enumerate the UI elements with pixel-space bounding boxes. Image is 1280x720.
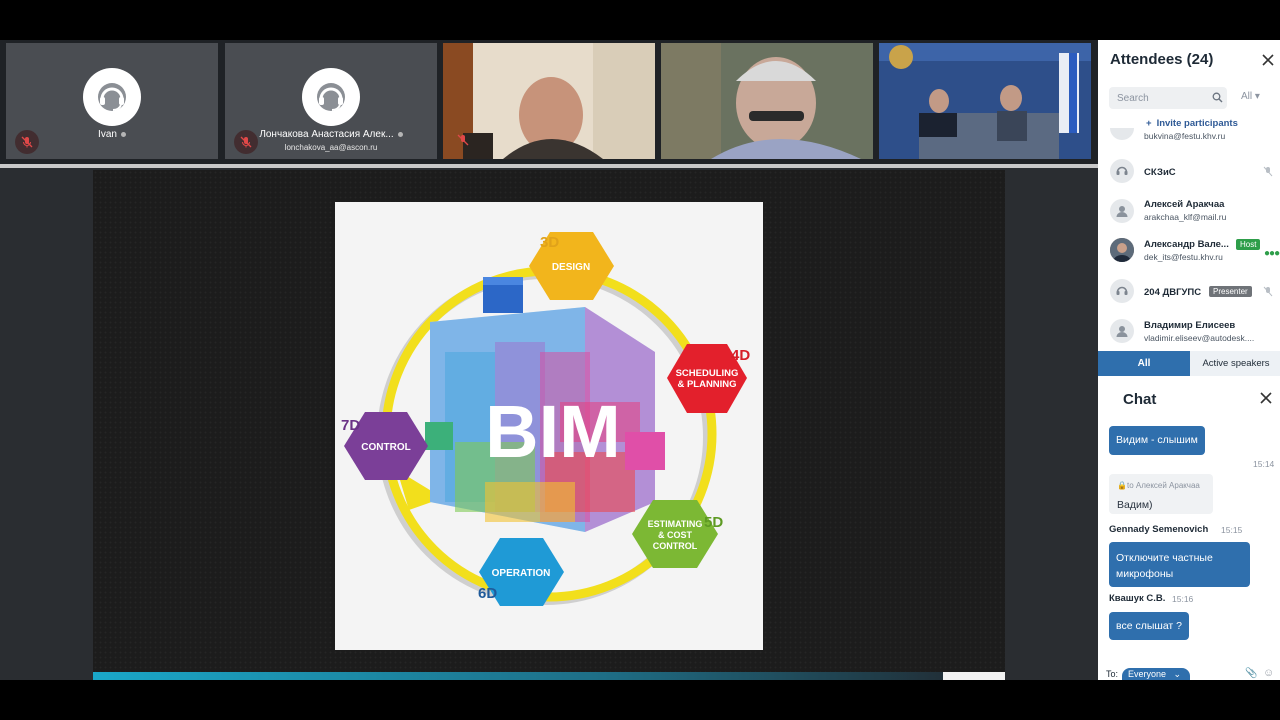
bim-diagram: BIM DESIGN 3D SCHEDULING & PLANNING 4D E… [341, 232, 750, 606]
tab-all[interactable]: All [1098, 351, 1190, 376]
shared-content-stage: BIM DESIGN 3D SCHEDULING & PLANNING 4D E… [93, 170, 1005, 680]
chat-recipient-row: To: Everyone ⌄ 📎 ☺ [1098, 665, 1280, 680]
svg-text:ESTIMATING: ESTIMATING [648, 519, 703, 529]
mic-muted-icon [451, 128, 475, 152]
hex-estimating: ESTIMATING & COST CONTROL 5D [632, 500, 723, 568]
svg-text:CONTROL: CONTROL [361, 442, 410, 453]
lock-icon: 🔒 [1117, 481, 1127, 490]
video-tile-lonchakova[interactable]: Лончакова Анастасия Алек... lonchakova_a… [225, 43, 437, 159]
svg-text:CONTROL: CONTROL [653, 541, 698, 551]
svg-text:SCHEDULING: SCHEDULING [676, 368, 739, 379]
user-icon [1110, 319, 1134, 343]
video-tile-camera-1[interactable] [443, 43, 655, 159]
svg-text:7D: 7D [341, 417, 360, 434]
strip-divider [0, 164, 1098, 168]
host-badge: Host [1236, 239, 1261, 250]
bim-slide: BIM DESIGN 3D SCHEDULING & PLANNING 4D E… [335, 202, 763, 650]
meeting-area: Ivan Лончакова Анастасия Алек... lonchak… [0, 40, 1098, 680]
svg-text:DESIGN: DESIGN [552, 262, 590, 273]
progress-bar-end [943, 672, 1005, 680]
video-tile-ivan[interactable]: Ivan [6, 43, 218, 159]
side-panel: Attendees (24) All ▾ +Invite participant… [1098, 40, 1280, 680]
chat-message-bubble: Видим - слышим [1109, 426, 1205, 455]
private-recipient: to Алексей Аракчаа [1126, 481, 1200, 490]
headset-icon [1110, 279, 1134, 303]
video-strip: Ivan Лончакова Анастасия Алек... lonchak… [0, 40, 1098, 164]
status-dot [397, 131, 403, 137]
attendee-row[interactable]: 204 ДВГУПС Presenter [1098, 274, 1280, 314]
recipient-select[interactable]: Everyone ⌄ [1122, 668, 1190, 680]
private-message-text: Вадим) [1117, 499, 1153, 511]
video-tile-camera-2[interactable] [661, 43, 873, 159]
webinar-window: Ivan Лончакова Анастасия Алек... lonchak… [0, 0, 1280, 720]
camera-feed-image [879, 43, 1091, 159]
hex-design: DESIGN 3D [529, 232, 614, 300]
chevron-down-icon: ⌄ [1173, 669, 1182, 679]
bottom-letterbox [0, 680, 1280, 720]
chat-message-bubble: все слышат ? [1109, 612, 1189, 640]
to-label: To: [1106, 669, 1119, 679]
attendee-row[interactable]: Владимир Елисеев vladimir.eliseev@autode… [1098, 314, 1280, 354]
attendees-title: Attendees (24) [1110, 51, 1214, 68]
message-time: 15:16 [1172, 594, 1194, 604]
attendee-filter-dropdown[interactable]: All ▾ [1241, 91, 1260, 102]
svg-text:5D: 5D [704, 514, 723, 531]
chat-title: Chat [1123, 391, 1157, 408]
hex-control: CONTROL 7D [341, 412, 428, 480]
emoji-icon[interactable]: ☺ [1263, 667, 1274, 679]
close-attendees-icon[interactable] [1261, 53, 1275, 67]
mic-muted-icon [1263, 166, 1273, 177]
attendee-avatar-icon [1110, 128, 1134, 140]
video-tile-camera-3[interactable] [879, 43, 1091, 159]
headset-avatar-icon [83, 68, 141, 126]
headset-icon [1110, 159, 1134, 183]
message-time: 15:15 [1221, 525, 1243, 535]
svg-text:3D: 3D [540, 234, 559, 251]
tile-name: Лончакова Анастасия Алек... [259, 129, 394, 140]
attendee-row[interactable]: Алексей Аракчаа arakchaa_klf@mail.ru [1098, 194, 1280, 234]
tab-active-speakers[interactable]: Active speakers [1190, 351, 1280, 376]
user-icon [1110, 199, 1134, 223]
svg-text:4D: 4D [731, 347, 750, 364]
svg-text:6D: 6D [478, 585, 497, 602]
private-message-bubble: 🔒to Алексей Аракчаа Вадим) [1109, 474, 1213, 514]
attach-icon[interactable]: 📎 [1245, 668, 1257, 679]
attendee-tabs: All Active speakers [1098, 351, 1280, 376]
message-author: Квашук С.В. [1109, 593, 1166, 604]
camera-feed-image [661, 43, 873, 159]
message-author: Gennady Semenovich [1109, 524, 1209, 535]
attendee-row[interactable]: bukvina@festu.khv.ru [1098, 128, 1280, 142]
search-icon[interactable] [1212, 92, 1223, 103]
attendee-row[interactable]: Александр Вале... Host dek_its@festu.khv… [1098, 234, 1280, 274]
chevron-down-icon: ▾ [1254, 91, 1260, 102]
chat-message-bubble: Отключите частные микрофоны [1109, 542, 1250, 587]
svg-text:& PLANNING: & PLANNING [677, 379, 736, 390]
speaking-indicator-icon: ●●● [1264, 248, 1280, 259]
presenter-badge: Presenter [1209, 286, 1252, 297]
tile-name: Ivan [98, 129, 117, 140]
hex-scheduling: SCHEDULING & PLANNING 4D [667, 344, 750, 413]
tile-email: lonchakova_aa@ascon.ru [284, 143, 378, 152]
mic-muted-icon [1263, 286, 1273, 297]
attendee-search-box [1109, 87, 1227, 109]
attendee-search-input[interactable] [1117, 91, 1207, 105]
presentation-progress-bar [93, 672, 943, 680]
svg-text:& COST: & COST [658, 530, 693, 540]
attendee-row[interactable]: СКЗиС [1098, 154, 1280, 194]
message-time: 15:14 [1253, 459, 1275, 469]
status-dot [120, 131, 126, 137]
attendee-photo-avatar [1110, 238, 1134, 262]
headset-avatar-icon [302, 68, 360, 126]
bim-title: BIM [485, 390, 621, 473]
close-chat-icon[interactable] [1259, 391, 1273, 405]
svg-text:OPERATION: OPERATION [492, 568, 551, 579]
